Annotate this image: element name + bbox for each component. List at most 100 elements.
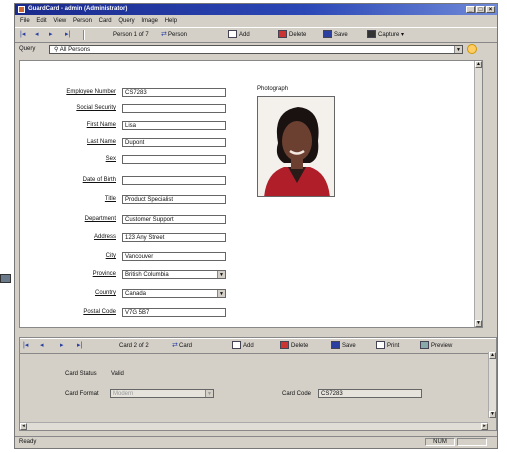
last-name-input[interactable]: Dupont bbox=[122, 138, 226, 147]
field-label: Department bbox=[84, 216, 116, 222]
minimize-button[interactable]: _ bbox=[466, 6, 475, 13]
app-icon bbox=[18, 6, 25, 13]
delete-person-button[interactable]: Delete bbox=[278, 30, 306, 40]
app-window: GuardCard - admin (Administrator) _ □ × … bbox=[14, 3, 498, 449]
scroll-right-icon[interactable]: ▸ bbox=[481, 423, 488, 430]
title-input[interactable]: Product Specialist bbox=[122, 195, 226, 204]
save-person-button[interactable]: Save bbox=[323, 30, 348, 40]
add-icon bbox=[232, 341, 241, 350]
chevron-down-icon[interactable]: ▼ bbox=[217, 290, 225, 297]
scroll-down-icon[interactable]: ▼ bbox=[475, 320, 482, 327]
next-record-icon[interactable]: ▸ bbox=[49, 30, 56, 40]
first-name-input[interactable]: Lisa bbox=[122, 121, 226, 130]
card-panel: |◂ ◂ ▸ ▸| Card 2 of 2 ⇄Card Add Delete S… bbox=[19, 337, 497, 431]
run-query-icon[interactable] bbox=[467, 44, 477, 54]
menu-image[interactable]: Image bbox=[141, 16, 158, 26]
status-pane bbox=[457, 438, 487, 446]
menu-bar: File Edit View Person Card Query Image H… bbox=[15, 16, 497, 26]
province-select[interactable]: British Columbia ▼ bbox=[122, 270, 226, 279]
card-code-label: Card Code bbox=[282, 391, 312, 397]
delete-card-button[interactable]: Delete bbox=[280, 341, 308, 351]
sex-input[interactable] bbox=[122, 155, 226, 164]
desktop-icon bbox=[0, 274, 11, 283]
card-format-value: Modern bbox=[113, 391, 134, 397]
card-last-icon[interactable]: ▸| bbox=[77, 341, 84, 351]
menu-query[interactable]: Query bbox=[118, 16, 134, 26]
field-first-name: First Name Lisa bbox=[20, 121, 240, 131]
person-record-position: Person 1 of 7 bbox=[113, 32, 149, 38]
person-photograph[interactable] bbox=[257, 96, 335, 197]
first-record-icon[interactable]: |◂ bbox=[20, 30, 27, 40]
close-button[interactable]: × bbox=[486, 6, 495, 13]
maximize-button[interactable]: □ bbox=[476, 6, 485, 13]
chevron-down-icon[interactable]: ▼ bbox=[217, 271, 225, 278]
menu-card[interactable]: Card bbox=[99, 16, 112, 26]
field-label: Address bbox=[93, 234, 116, 240]
person-form: Employee Number CS7283 Social Security F… bbox=[19, 60, 483, 328]
scroll-up-icon[interactable]: ▲ bbox=[475, 61, 482, 68]
department-input[interactable]: Customer Support bbox=[122, 215, 226, 224]
add-person-button[interactable]: Add bbox=[228, 30, 250, 40]
card-prev-icon[interactable]: ◂ bbox=[40, 341, 47, 351]
save-card-button[interactable]: Save bbox=[331, 341, 356, 351]
add-card-button[interactable]: Add bbox=[232, 341, 254, 351]
preview-card-button[interactable]: Preview bbox=[420, 341, 452, 351]
form-scrollbar[interactable]: ▲ ▼ bbox=[474, 61, 482, 327]
field-employee-number: Employee Number CS7283 bbox=[20, 88, 240, 98]
save-icon bbox=[331, 341, 340, 350]
card-code-input[interactable]: CS7283 bbox=[318, 389, 422, 398]
menu-edit[interactable]: Edit bbox=[36, 16, 46, 26]
city-input[interactable]: Vancouver bbox=[122, 252, 226, 261]
card-status-value: Valid bbox=[111, 371, 124, 377]
print-card-button[interactable]: Print bbox=[376, 341, 399, 351]
card-status-label: Card Status bbox=[65, 371, 97, 377]
scroll-left-icon[interactable]: ◂ bbox=[20, 423, 27, 430]
printer-icon bbox=[376, 341, 385, 350]
card-first-icon[interactable]: |◂ bbox=[23, 341, 30, 351]
chevron-down-icon[interactable]: ▼ bbox=[205, 390, 213, 397]
prev-record-icon[interactable]: ◂ bbox=[35, 30, 42, 40]
card-format-select[interactable]: Modern ▼ bbox=[110, 389, 214, 398]
employee-number-input[interactable]: CS7283 bbox=[122, 88, 226, 97]
field-date-of-birth: Date of Birth bbox=[20, 176, 240, 186]
field-label: Sex bbox=[105, 156, 116, 162]
capture-button[interactable]: Capture ▾ bbox=[367, 30, 404, 40]
field-label: First Name bbox=[86, 122, 116, 128]
person-nav-button[interactable]: ⇄Person bbox=[161, 30, 187, 40]
chevron-down-icon[interactable]: ▼ bbox=[454, 46, 462, 53]
field-label: Postal Code bbox=[83, 309, 116, 315]
field-label: Last Name bbox=[86, 139, 116, 145]
menu-help[interactable]: Help bbox=[165, 16, 177, 26]
person-toolbar: |◂ ◂ ▸ ▸| Person 1 of 7 ⇄Person Add Dele… bbox=[15, 27, 497, 43]
field-city: City Vancouver bbox=[20, 252, 240, 262]
menu-file[interactable]: File bbox=[20, 16, 30, 26]
scroll-down-icon[interactable]: ▼ bbox=[489, 411, 496, 418]
scroll-up-icon[interactable]: ▲ bbox=[489, 352, 496, 359]
field-sex: Sex bbox=[20, 155, 240, 165]
delete-icon bbox=[280, 341, 289, 350]
query-row: Query ⚲ All Persons ▼ bbox=[15, 43, 497, 57]
query-label: Query bbox=[19, 46, 36, 52]
card-toolbar: |◂ ◂ ▸ ▸| Card 2 of 2 ⇄Card Add Delete S… bbox=[20, 338, 496, 354]
menu-person[interactable]: Person bbox=[73, 16, 92, 26]
field-label: Date of Birth bbox=[82, 177, 116, 183]
window-title: GuardCard - admin (Administrator) bbox=[28, 6, 128, 12]
card-hscrollbar[interactable]: ◂ ▸ bbox=[20, 422, 488, 430]
card-nav-button[interactable]: ⇄Card bbox=[172, 341, 192, 351]
date-of-birth-input[interactable] bbox=[122, 176, 226, 185]
card-scrollbar[interactable]: ▲ ▼ bbox=[488, 352, 496, 418]
country-value: Canada bbox=[125, 291, 147, 297]
field-label: Social Security bbox=[76, 105, 116, 111]
country-select[interactable]: Canada ▼ bbox=[122, 289, 226, 298]
last-record-icon[interactable]: ▸| bbox=[65, 30, 72, 40]
menu-view[interactable]: View bbox=[53, 16, 66, 26]
photograph-label: Photograph bbox=[257, 86, 289, 92]
field-postal-code: Postal Code V7G 5B7 bbox=[20, 308, 240, 318]
query-select[interactable]: ⚲ All Persons ▼ bbox=[49, 45, 463, 54]
field-label: Title bbox=[104, 196, 116, 202]
postal-code-input[interactable]: V7G 5B7 bbox=[122, 308, 226, 317]
card-next-icon[interactable]: ▸ bbox=[60, 341, 67, 351]
social-security-input[interactable] bbox=[122, 104, 226, 113]
toolbar-separator bbox=[83, 30, 85, 40]
address-input[interactable]: 123 Any Street bbox=[122, 233, 226, 242]
